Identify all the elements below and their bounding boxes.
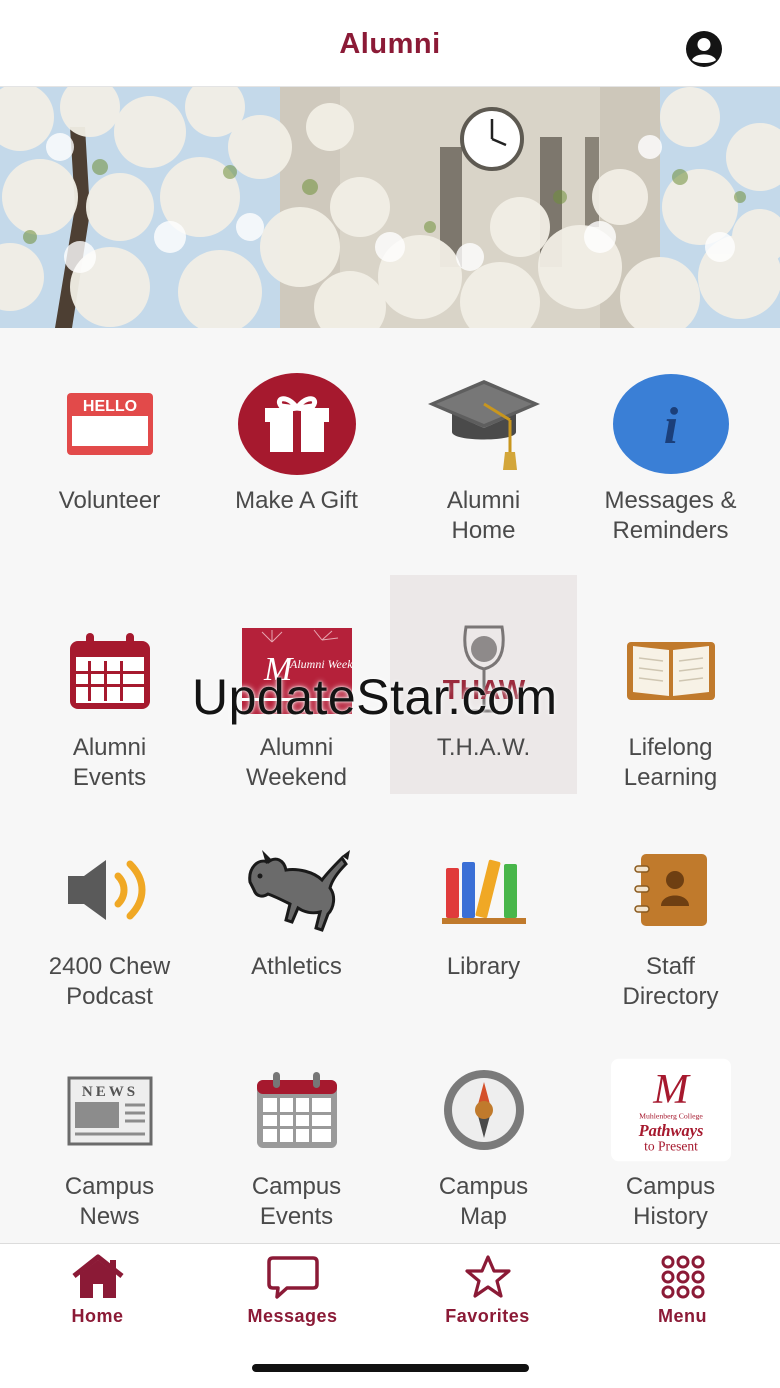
hero-image: [0, 87, 780, 328]
tile-label: Alumni Home: [446, 487, 521, 544]
tile-label: Campus History: [625, 1173, 716, 1230]
svg-text:Alumni Weekend: Alumni Weekend: [289, 657, 352, 671]
tab-menu[interactable]: Menu: [585, 1244, 780, 1334]
app-header: Alumni: [0, 0, 780, 87]
tab-label: Home: [71, 1306, 124, 1326]
tile-label: Make A Gift: [235, 487, 358, 514]
address-book-icon: [633, 854, 707, 926]
tile-label: Library: [446, 953, 521, 980]
tile-label: Campus Map: [438, 1173, 529, 1230]
calendar-grey-icon: [256, 1072, 337, 1148]
svg-text:Pathways: Pathways: [637, 1121, 703, 1140]
campus-clock-tower-photo: [0, 87, 780, 328]
home-indicator: [252, 1364, 529, 1372]
graduation-cap-icon: [427, 380, 540, 470]
chat-bubble-icon: [266, 1256, 319, 1299]
alumni-weekend-logo: M Alumni Weekend: [241, 628, 352, 714]
account-circle-icon[interactable]: [685, 30, 723, 68]
open-book-icon: [626, 642, 715, 700]
tile-label: Messages & Reminders: [604, 487, 737, 544]
svg-text:NEWS: NEWS: [81, 1084, 137, 1100]
tab-label: Menu: [658, 1306, 707, 1326]
app-grid: HELLO Volunteer Make A Gift Alumni Home …: [0, 328, 780, 1243]
svg-text:to Present: to Present: [644, 1139, 698, 1154]
books-icon: [441, 859, 526, 924]
tile-campus-map[interactable]: Campus Map: [390, 1014, 577, 1233]
tile-label: T.H.A.W.: [436, 734, 531, 761]
star-icon: [464, 1255, 511, 1298]
tile-alumni-events[interactable]: Alumni Events: [16, 575, 203, 794]
tab-home[interactable]: Home: [0, 1244, 195, 1334]
tile-athletics[interactable]: Athletics: [203, 794, 390, 1013]
page-title: Alumni: [339, 28, 441, 60]
tab-label: Favorites: [445, 1306, 530, 1326]
tile-podcast[interactable]: 2400 Chew Podcast: [16, 794, 203, 1013]
gift-icon: [237, 373, 356, 475]
tile-label: Staff Directory: [622, 953, 719, 1010]
compass-icon: [443, 1070, 524, 1150]
tile-campus-history[interactable]: M Muhlenberg College Pathways to Present…: [577, 1014, 764, 1233]
tile-campus-news[interactable]: NEWS Campus News: [16, 1014, 203, 1233]
svg-text:M: M: [652, 1066, 691, 1113]
svg-text:i: i: [663, 398, 678, 455]
tile-library[interactable]: Library: [390, 794, 577, 1013]
house-icon: [71, 1254, 124, 1298]
tile-messages-reminders[interactable]: i Messages & Reminders: [577, 328, 764, 547]
speaker-icon: [67, 860, 145, 920]
tab-label: Messages: [247, 1306, 338, 1326]
tile-alumni-weekend[interactable]: M Alumni Weekend Alumni Weekend: [203, 575, 390, 794]
mule-mascot-icon: [247, 850, 350, 932]
tile-label: Campus News: [64, 1173, 155, 1230]
tile-label: Alumni Events: [72, 734, 147, 791]
tile-label: Campus Events: [251, 1173, 342, 1230]
info-icon: i: [612, 374, 729, 474]
tile-label: Lifelong Learning: [623, 734, 718, 791]
svg-text:Muhlenberg College: Muhlenberg College: [639, 1112, 703, 1121]
calendar-icon: [69, 633, 150, 709]
tile-volunteer[interactable]: HELLO Volunteer: [16, 328, 203, 547]
grid-dots-icon: [661, 1255, 704, 1299]
tile-label: Volunteer: [58, 487, 161, 514]
tile-staff-directory[interactable]: Staff Directory: [577, 794, 764, 1013]
tile-alumni-home[interactable]: Alumni Home: [390, 328, 577, 547]
pathways-logo: M Muhlenberg College Pathways to Present: [610, 1058, 731, 1162]
tile-campus-events[interactable]: Campus Events: [203, 1014, 390, 1233]
tab-messages[interactable]: Messages: [195, 1244, 390, 1334]
hello-name-tag-icon: HELLO: [66, 393, 153, 455]
tile-label: 2400 Chew Podcast: [48, 953, 171, 1010]
svg-text:THAW: THAW: [442, 674, 525, 705]
tile-thaw[interactable]: THAW T.H.A.W.: [390, 575, 577, 794]
tile-lifelong-learning[interactable]: Lifelong Learning: [577, 575, 764, 794]
tile-label: Alumni Weekend: [246, 734, 347, 791]
svg-text:HELLO: HELLO: [82, 398, 136, 415]
newspaper-icon: NEWS: [67, 1076, 152, 1146]
tile-make-a-gift[interactable]: Make A Gift: [203, 328, 390, 547]
tile-label: Athletics: [251, 953, 342, 980]
thaw-wine-glass-logo: THAW: [442, 625, 525, 713]
tab-favorites[interactable]: Favorites: [390, 1244, 585, 1334]
